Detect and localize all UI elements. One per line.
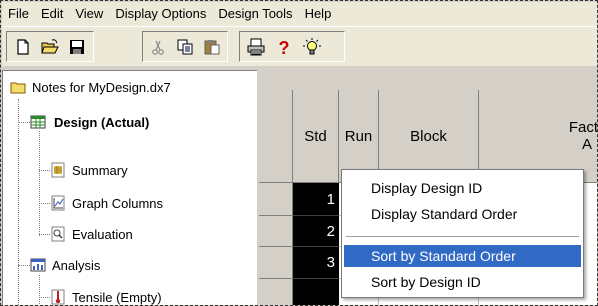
open-folder-icon [41, 38, 59, 53]
toolbar-misc-group: ? [239, 31, 345, 62]
svg-text:?: ? [279, 38, 290, 56]
menu-item-display-standard-order[interactable]: Display Standard Order [344, 203, 581, 225]
menu-item-sort-by-standard-order[interactable]: Sort by Standard Order [344, 245, 581, 267]
open-file-button[interactable] [38, 35, 61, 59]
context-menu: Display Design ID Display Standard Order… [341, 169, 584, 298]
graph-columns-icon [50, 195, 66, 211]
tree-item-label: Summary [72, 162, 128, 178]
save-icon [70, 39, 85, 54]
analysis-icon [30, 257, 46, 273]
print-button[interactable] [244, 35, 268, 59]
tree-item-evaluation[interactable]: Evaluation [50, 224, 133, 244]
header-std[interactable]: Std [293, 90, 339, 183]
tree-item-label: Analysis [52, 257, 101, 273]
menu-help[interactable]: Help [299, 4, 338, 24]
tree-item-label: Evaluation [72, 226, 133, 242]
copy-icon [177, 39, 193, 54]
std-cell[interactable]: 2 [293, 216, 339, 247]
tree-item-label: Design (Actual) [54, 114, 150, 130]
header-factor-line2: A [581, 136, 592, 153]
tree-item-design[interactable]: Design (Actual) [30, 112, 151, 132]
menu-item-display-design-id[interactable]: Display Design ID [344, 177, 581, 199]
response-thermometer-icon [50, 289, 66, 305]
folder-icon [10, 79, 26, 95]
new-file-button[interactable] [11, 35, 34, 59]
tree-connector [39, 275, 40, 305]
tree-connector [18, 99, 19, 305]
menu-item-sort-by-design-id[interactable]: Sort by Design ID [344, 271, 581, 293]
tree-item-summary[interactable]: Summary [50, 160, 128, 180]
help-button[interactable]: ? [272, 35, 296, 59]
app-window: File Edit View Display Options Design To… [0, 0, 598, 306]
paste-icon [204, 39, 220, 54]
toolbar-edit-group [142, 31, 228, 62]
cut-button[interactable] [147, 35, 170, 59]
std-cell[interactable]: 1 [293, 183, 339, 216]
tree-connector [18, 122, 30, 123]
menu-separator [346, 236, 579, 237]
evaluation-icon [50, 226, 66, 242]
tree-connector [39, 170, 50, 171]
row-header[interactable] [259, 183, 293, 216]
menubar: File Edit View Display Options Design To… [2, 2, 597, 26]
row-header[interactable] [259, 247, 293, 279]
toolbar: ? [2, 26, 597, 66]
grid-corner-cell[interactable] [259, 90, 293, 183]
tree-item-analysis[interactable]: Analysis [30, 255, 100, 275]
header-factor-line1: Fact [568, 119, 598, 136]
tree-connector [39, 203, 50, 204]
new-file-icon [17, 38, 29, 55]
save-button[interactable] [66, 35, 89, 59]
copy-button[interactable] [174, 35, 197, 59]
notes-tree-panel: Notes for MyDesign.dx7 Design (Actual) S… [2, 70, 257, 305]
tip-bulb-icon [303, 37, 321, 54]
tree-connector [39, 297, 50, 298]
menu-file[interactable]: File [2, 4, 35, 24]
toolbar-file-group [6, 31, 94, 62]
tree-item-label: Tensile (Empty) [72, 289, 162, 305]
tree-item-graph-columns[interactable]: Graph Columns [50, 193, 163, 213]
help-icon: ? [279, 38, 290, 56]
menu-design-tools[interactable]: Design Tools [212, 4, 298, 24]
row-header[interactable] [259, 216, 293, 247]
cut-icon [152, 40, 165, 55]
tip-button[interactable] [300, 35, 324, 59]
print-icon [247, 38, 265, 55]
summary-icon [50, 162, 66, 178]
tree-item-tensile[interactable]: Tensile (Empty) [50, 287, 162, 305]
tree-connector [18, 265, 30, 266]
paste-button[interactable] [200, 35, 223, 59]
menu-view[interactable]: View [69, 4, 109, 24]
std-cell[interactable] [293, 279, 339, 305]
design-grid-icon [30, 114, 46, 130]
tree-connector [39, 131, 40, 236]
tree-item-root[interactable]: Notes for MyDesign.dx7 [10, 77, 171, 97]
std-cell[interactable]: 3 [293, 247, 339, 279]
menu-edit[interactable]: Edit [35, 4, 69, 24]
row-header[interactable] [259, 279, 293, 305]
tree-item-label: Notes for MyDesign.dx7 [32, 79, 171, 95]
tree-connector [39, 234, 50, 235]
tree-item-label: Graph Columns [72, 195, 164, 211]
menu-display-options[interactable]: Display Options [109, 4, 212, 24]
